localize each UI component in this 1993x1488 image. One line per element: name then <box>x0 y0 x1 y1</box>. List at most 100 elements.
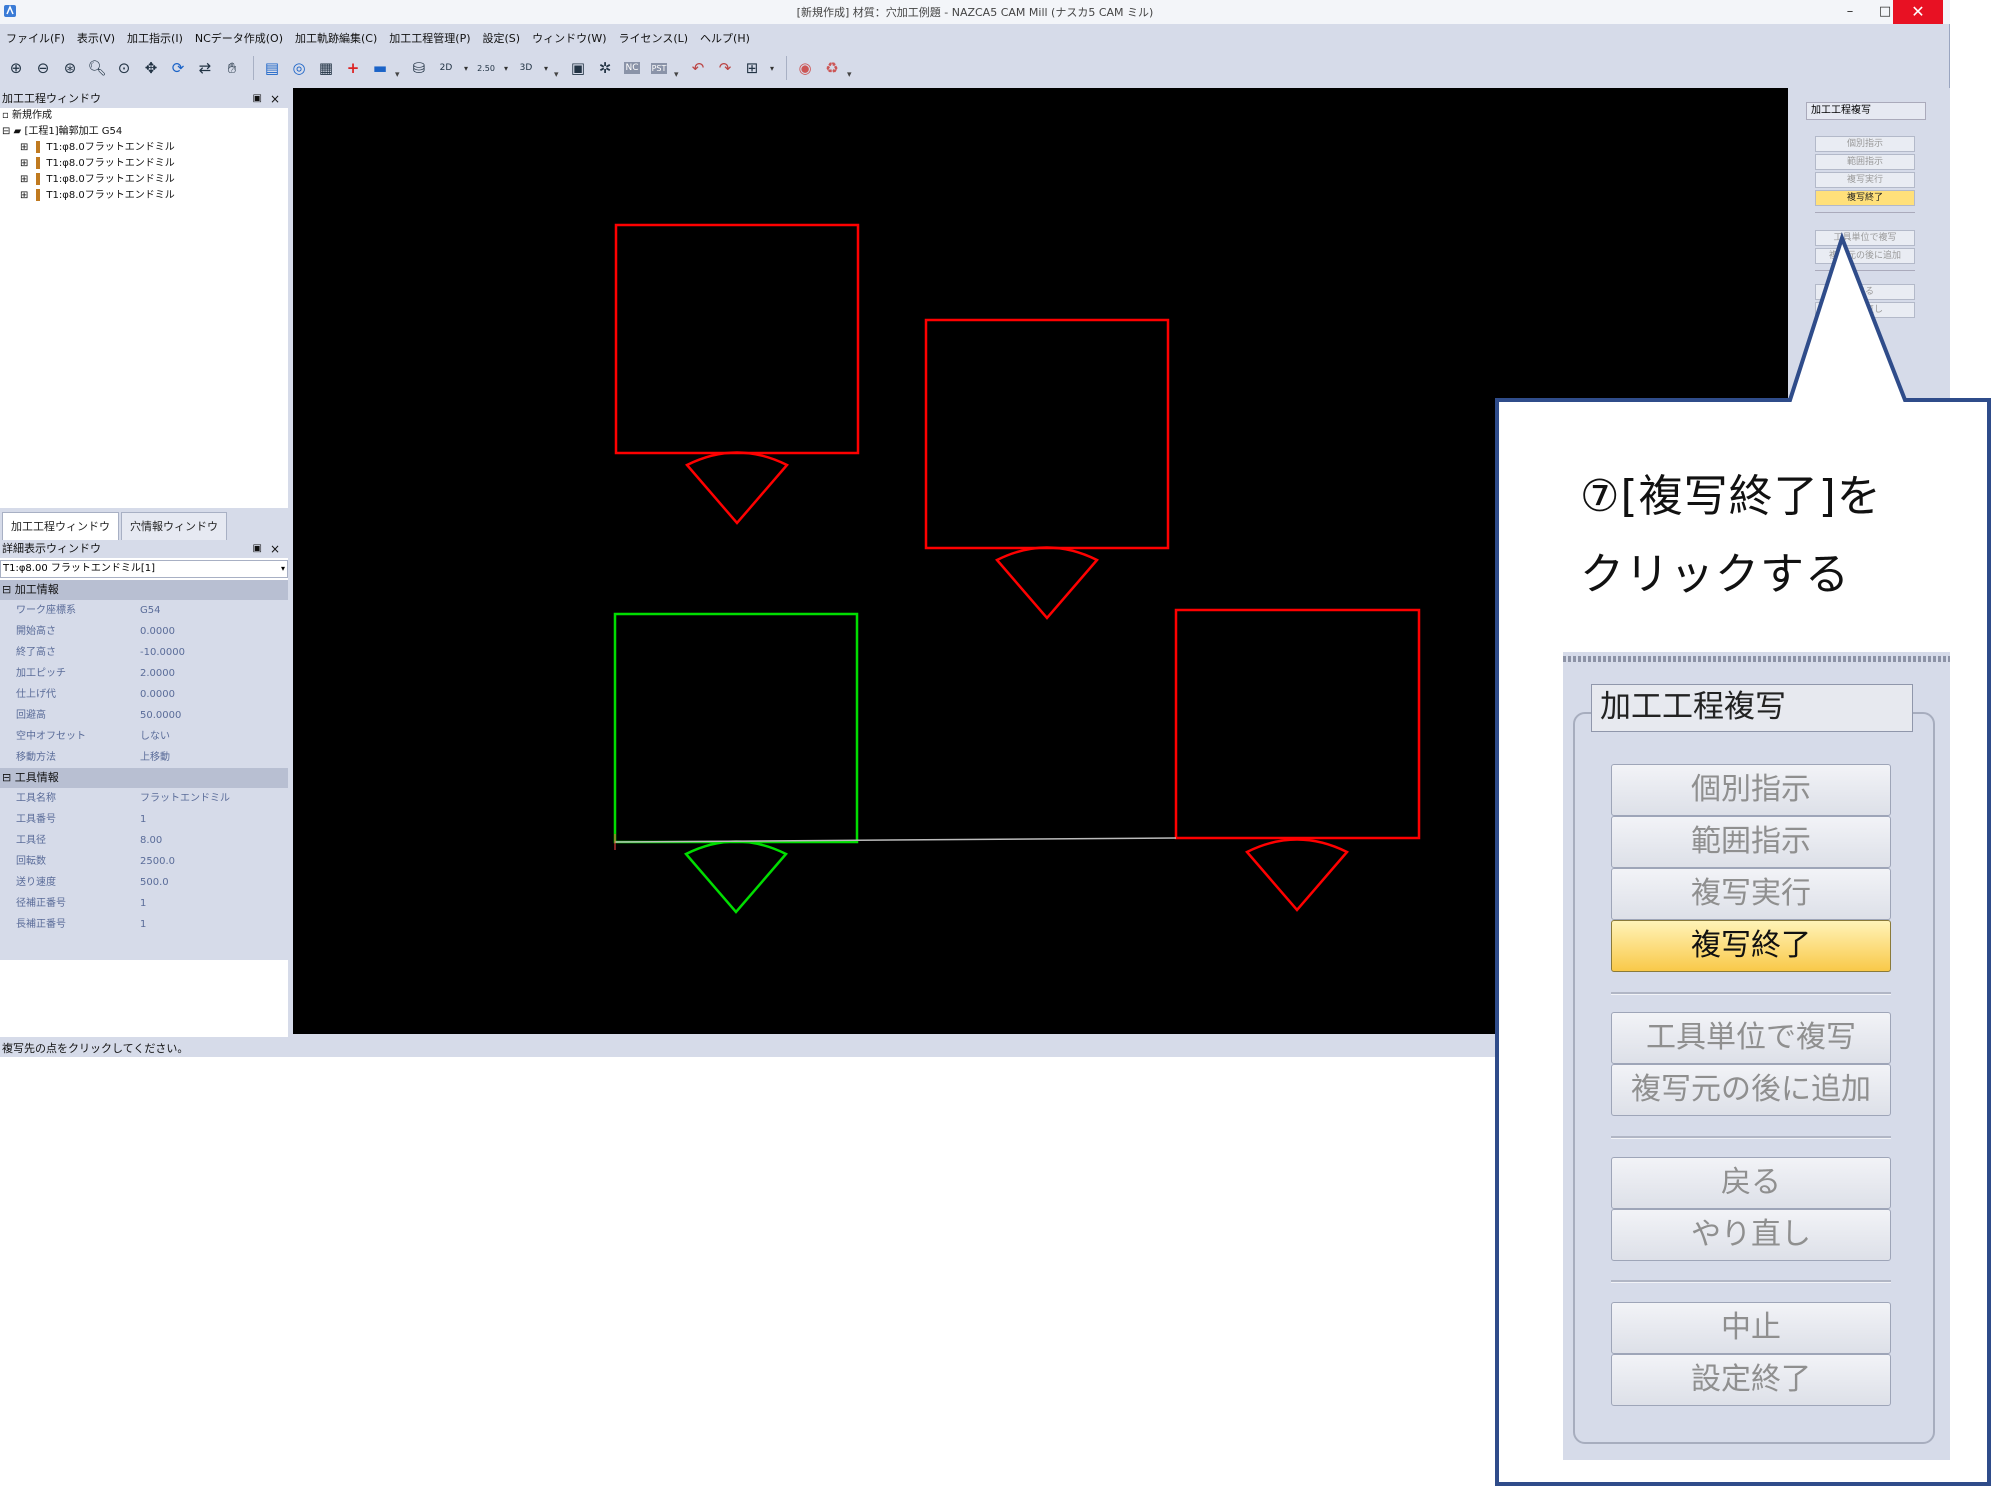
zoom-out-icon[interactable]: ⊖ <box>31 56 55 80</box>
panel-grip[interactable] <box>1563 656 1950 662</box>
menu-view[interactable]: 表示(V) <box>77 30 115 46</box>
property-row[interactable]: ワーク座標系 G54 <box>0 600 288 621</box>
gear-icon[interactable]: ✲ <box>593 56 617 80</box>
small-append-button[interactable]: 複写元の後に追加 <box>1815 248 1915 264</box>
rotate-icon[interactable]: ⇄ <box>193 56 217 80</box>
stop-icon[interactable]: ◉ <box>793 56 817 80</box>
zoom-in-icon[interactable]: ⊕ <box>4 56 28 80</box>
pocket-shape-2[interactable] <box>924 318 1170 550</box>
property-row[interactable]: 回転数 2500.0 <box>0 851 288 872</box>
tab-process-window[interactable]: 加工工程ウィンドウ <box>2 512 119 540</box>
redo-icon[interactable]: ↷ <box>713 56 737 80</box>
cancel-button[interactable]: 中止 <box>1611 1302 1891 1354</box>
property-row[interactable]: 送り速度 500.0 <box>0 872 288 893</box>
fit-icon[interactable]: ✥ <box>139 56 163 80</box>
material-icon[interactable]: ⛁ <box>407 56 431 80</box>
pst-icon[interactable]: PST <box>647 56 671 80</box>
origin-icon[interactable]: + <box>341 56 365 80</box>
property-row[interactable]: 空中オフセット しない <box>0 726 288 747</box>
tree-tool-item[interactable]: ⊞ T1:φ8.0フラットエンドミル <box>2 188 288 204</box>
property-row[interactable]: 加工ピッチ 2.0000 <box>0 663 288 684</box>
property-row[interactable]: 開始高さ 0.0000 <box>0 621 288 642</box>
menu-toolpath-edit[interactable]: 加工軌跡編集(C) <box>295 30 377 46</box>
close-button[interactable]: ✕ <box>1893 0 1943 24</box>
machining-2d-icon[interactable]: 2D <box>434 56 458 80</box>
zoom-icon[interactable]: 🔍︎ <box>85 56 109 80</box>
film-icon[interactable]: ▣ <box>566 56 590 80</box>
toolbar-grip[interactable]: ▾ <box>554 56 560 80</box>
small-individual-button[interactable]: 個別指示 <box>1815 136 1915 152</box>
small-range-button[interactable]: 範囲指示 <box>1815 154 1915 170</box>
copy-finish-button[interactable]: 複写終了 <box>1611 920 1891 972</box>
small-execute-button[interactable]: 複写実行 <box>1815 172 1915 188</box>
tree-process-item[interactable]: ⊟ ▰ [工程1]輪郭加工 G54 <box>2 124 288 140</box>
layer-icon[interactable]: ▤ <box>260 56 284 80</box>
small-finish-button[interactable]: 複写終了 <box>1815 190 1915 206</box>
property-row[interactable]: 回避高 50.0000 <box>0 705 288 726</box>
menu-nc-data[interactable]: NCデータ作成(O) <box>195 30 283 46</box>
refresh-icon[interactable]: ⟳ <box>166 56 190 80</box>
dimension-icon[interactable]: ▬ <box>368 56 392 80</box>
toolbar-grip[interactable]: ▾ <box>674 56 680 80</box>
redo-button[interactable]: やり直し <box>1611 1209 1891 1261</box>
copy-execute-button[interactable]: 複写実行 <box>1611 868 1891 920</box>
pin-icon[interactable]: ▣ <box>253 90 262 108</box>
property-row[interactable]: 長補正番号 1 <box>0 914 288 935</box>
tree-tool-item[interactable]: ⊞ T1:φ8.0フラットエンドミル <box>2 172 288 188</box>
detail-select[interactable]: T1:φ8.00 フラットエンドミル[1] ▾ <box>0 560 288 578</box>
property-row[interactable]: 終了高さ -10.0000 <box>0 642 288 663</box>
small-tool-copy-button[interactable]: 工具単位で複写 <box>1815 230 1915 246</box>
property-row[interactable]: 径補正番号 1 <box>0 893 288 914</box>
menu-settings[interactable]: 設定(S) <box>483 30 521 46</box>
process-icon[interactable]: ⊞ <box>740 56 764 80</box>
close-icon[interactable]: × <box>270 540 280 558</box>
copy-by-tool-button[interactable]: 工具単位で複写 <box>1611 1012 1891 1064</box>
close-icon[interactable]: × <box>270 90 280 108</box>
chevron-down-icon[interactable]: ▾ <box>541 56 551 80</box>
zoom-window-icon[interactable]: ⊛ <box>58 56 82 80</box>
pocket-shape-3[interactable] <box>613 612 859 844</box>
tree-new-item[interactable]: ▫ 新規作成 <box>2 108 288 124</box>
toolbar-grip[interactable]: ▾ <box>847 56 853 80</box>
menu-machining[interactable]: 加工指示(I) <box>127 30 183 46</box>
tab-hole-info-window[interactable]: 穴情報ウィンドウ <box>121 512 227 540</box>
hand-icon[interactable]: ✋︎ <box>220 56 244 80</box>
property-row[interactable]: 仕上げ代 0.0000 <box>0 684 288 705</box>
pocket-shape-4[interactable] <box>1174 608 1421 840</box>
zoom-prev-icon[interactable]: ⊙ <box>112 56 136 80</box>
property-row[interactable]: 工具名称 フラットエンドミル <box>0 788 288 809</box>
grid-icon[interactable]: ▦ <box>314 56 338 80</box>
pin-icon[interactable]: ▣ <box>253 540 262 558</box>
individual-instruction-button[interactable]: 個別指示 <box>1611 764 1891 816</box>
property-row[interactable]: 移動方法 上移動 <box>0 747 288 768</box>
section-tool-info[interactable]: ⊟ 工具情報 <box>0 768 288 788</box>
section-machining-info[interactable]: ⊟ 加工情報 <box>0 580 288 600</box>
property-row[interactable]: 工具番号 1 <box>0 809 288 830</box>
machining-25d-icon[interactable]: 2.50 <box>474 56 498 80</box>
small-redo-button[interactable]: やり直し <box>1815 302 1915 318</box>
trash-icon[interactable]: ♻ <box>820 56 844 80</box>
menu-license[interactable]: ライセンス(L) <box>619 30 689 46</box>
menu-process-manage[interactable]: 加工工程管理(P) <box>389 30 470 46</box>
undo-icon[interactable]: ↶ <box>686 56 710 80</box>
chevron-down-icon[interactable]: ▾ <box>767 56 777 80</box>
tree-tool-item[interactable]: ⊞ T1:φ8.0フラットエンドミル <box>2 156 288 172</box>
range-instruction-button[interactable]: 範囲指示 <box>1611 816 1891 868</box>
menu-file[interactable]: ファイル(F) <box>6 30 65 46</box>
tree-tool-item[interactable]: ⊞ T1:φ8.0フラットエンドミル <box>2 140 288 156</box>
settings-finish-button[interactable]: 設定終了 <box>1611 1354 1891 1406</box>
chevron-down-icon[interactable]: ▾ <box>501 56 511 80</box>
chevron-down-icon[interactable]: ▾ <box>461 56 471 80</box>
menu-help[interactable]: ヘルプ(H) <box>700 30 750 46</box>
property-row[interactable]: 工具径 8.00 <box>0 830 288 851</box>
menu-window[interactable]: ウィンドウ(W) <box>532 30 606 46</box>
small-back-button[interactable]: 戻る <box>1815 284 1915 300</box>
tool-mark-4 <box>1245 838 1349 912</box>
append-after-source-button[interactable]: 複写元の後に追加 <box>1611 1064 1891 1116</box>
back-button[interactable]: 戻る <box>1611 1157 1891 1209</box>
nc-icon[interactable]: NC <box>620 56 644 80</box>
toolbar-grip[interactable]: ▾ <box>395 56 401 80</box>
machining-3d-icon[interactable]: 3D <box>514 56 538 80</box>
pocket-shape-1[interactable] <box>614 223 860 455</box>
shape-icon[interactable]: ◎ <box>287 56 311 80</box>
